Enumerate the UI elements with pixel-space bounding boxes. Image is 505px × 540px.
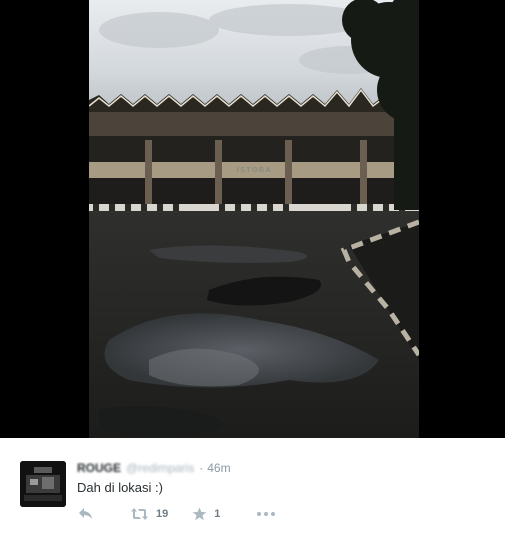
photo-image: [89, 0, 419, 438]
tweet-text: Dah di lokasi :): [77, 480, 163, 495]
tweet-media[interactable]: ISTORA: [0, 0, 505, 438]
display-name[interactable]: ROUGE: [77, 461, 121, 475]
separator: ·: [199, 461, 204, 475]
favorite-count: 1: [214, 508, 221, 520]
timestamp[interactable]: 46m: [207, 461, 230, 475]
star-icon: [192, 507, 207, 521]
favorite-button[interactable]: 1: [192, 507, 220, 521]
reply-button[interactable]: [78, 507, 94, 521]
tweet-card: ROUGE @redimparis · 46m Dah di lokasi :)…: [0, 438, 505, 540]
screen-name[interactable]: @redimparis: [126, 461, 194, 475]
tweet-actions: 19 1: [78, 506, 276, 522]
more-dots-icon: [256, 511, 276, 517]
retweet-icon: [130, 507, 149, 521]
retweet-button[interactable]: 19: [130, 507, 168, 521]
retweet-count: 19: [156, 508, 169, 520]
tweet-photo[interactable]: ISTORA: [89, 0, 419, 438]
building-signage: ISTORA: [236, 166, 272, 174]
more-button[interactable]: [256, 511, 276, 517]
reply-icon: [78, 507, 94, 521]
tweet-header: ROUGE @redimparis · 46m: [77, 459, 231, 477]
avatar[interactable]: [20, 461, 66, 507]
